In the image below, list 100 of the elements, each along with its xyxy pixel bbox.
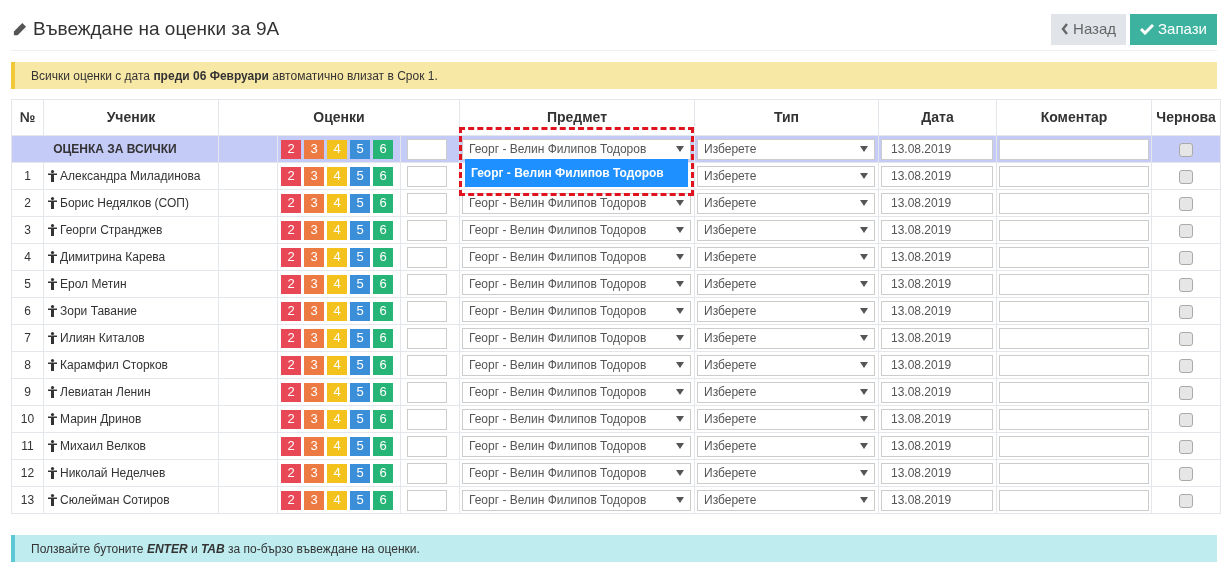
date-field[interactable]: 13.08.2019 — [881, 381, 993, 403]
comment-field[interactable] — [999, 192, 1149, 214]
comment-field[interactable] — [999, 489, 1149, 511]
grade-button[interactable]: 2 — [281, 301, 301, 321]
grade-input[interactable] — [407, 192, 447, 214]
grade-button[interactable]: 3 — [304, 436, 324, 456]
draft-checkbox[interactable] — [1179, 142, 1193, 157]
grade-button[interactable]: 5 — [350, 328, 370, 348]
grade-button[interactable]: 3 — [304, 490, 324, 510]
date-field[interactable]: 13.08.2019 — [881, 138, 993, 160]
grade-button[interactable]: 3 — [304, 166, 324, 186]
select-field[interactable]: Георг - Велин Филипов Тодоров — [462, 327, 691, 349]
draft-checkbox[interactable] — [1179, 385, 1193, 400]
grade-button[interactable]: 6 — [373, 166, 393, 186]
date-field[interactable]: 13.08.2019 — [881, 435, 993, 457]
comment-field[interactable] — [999, 381, 1149, 403]
grade-button[interactable]: 2 — [281, 355, 301, 375]
grade-button[interactable]: 6 — [373, 301, 393, 321]
grade-button[interactable]: 3 — [304, 220, 324, 240]
date-field[interactable]: 13.08.2019 — [881, 327, 993, 349]
grade-input[interactable] — [407, 300, 447, 322]
select-field[interactable]: Изберете — [697, 435, 875, 457]
select-field[interactable]: Изберете — [697, 192, 875, 214]
save-button[interactable]: Запази — [1130, 13, 1217, 45]
draft-checkbox[interactable] — [1179, 223, 1193, 238]
draft-checkbox[interactable] — [1179, 358, 1193, 373]
grade-button[interactable]: 6 — [373, 247, 393, 267]
back-button[interactable]: Назад — [1051, 13, 1127, 45]
grade-button[interactable]: 3 — [304, 193, 324, 213]
comment-field[interactable] — [999, 327, 1149, 349]
grade-button[interactable]: 5 — [350, 490, 370, 510]
grade-button[interactable]: 3 — [304, 409, 324, 429]
select-field[interactable]: Георг - Велин Филипов Тодоров — [462, 408, 691, 430]
select-field[interactable]: Георг - Велин Филипов Тодоров — [462, 300, 691, 322]
grade-button[interactable]: 2 — [281, 139, 301, 159]
select-field[interactable]: Георг - Велин Филипов Тодоров — [462, 273, 691, 295]
select-field[interactable]: Изберете — [697, 489, 875, 511]
comment-field[interactable] — [999, 462, 1149, 484]
grade-input[interactable] — [407, 462, 447, 484]
select-field[interactable]: Георг - Велин Филипов Тодоров — [462, 381, 691, 403]
grade-input[interactable] — [407, 138, 447, 160]
grade-button[interactable]: 3 — [304, 328, 324, 348]
draft-checkbox[interactable] — [1179, 412, 1193, 427]
grade-button[interactable]: 6 — [373, 193, 393, 213]
select-field[interactable]: Изберете — [697, 246, 875, 268]
grade-button[interactable]: 6 — [373, 490, 393, 510]
grade-input[interactable] — [407, 219, 447, 241]
grade-button[interactable]: 3 — [304, 382, 324, 402]
grade-input[interactable] — [407, 489, 447, 511]
draft-checkbox[interactable] — [1179, 250, 1193, 265]
select-field[interactable]: Георг - Велин Филипов Тодоров — [462, 219, 691, 241]
grade-button[interactable]: 2 — [281, 328, 301, 348]
comment-field[interactable] — [999, 354, 1149, 376]
grade-button[interactable]: 2 — [281, 463, 301, 483]
select-field[interactable]: Изберете — [697, 138, 875, 160]
grade-input[interactable] — [407, 408, 447, 430]
grade-button[interactable]: 2 — [281, 382, 301, 402]
comment-field[interactable] — [999, 246, 1149, 268]
grade-button[interactable]: 2 — [281, 247, 301, 267]
select-field[interactable]: Георг - Велин Филипов Тодоров — [462, 246, 691, 268]
grade-button[interactable]: 3 — [304, 139, 324, 159]
comment-field[interactable] — [999, 219, 1149, 241]
select-field[interactable]: Георг - Велин Филипов Тодоров — [462, 354, 691, 376]
grade-button[interactable]: 5 — [350, 220, 370, 240]
grade-button[interactable]: 2 — [281, 409, 301, 429]
grade-button[interactable]: 5 — [350, 166, 370, 186]
comment-field[interactable] — [999, 273, 1149, 295]
grade-button[interactable]: 2 — [281, 193, 301, 213]
date-field[interactable]: 13.08.2019 — [881, 408, 993, 430]
grade-button[interactable]: 5 — [350, 193, 370, 213]
grade-input[interactable] — [407, 273, 447, 295]
dropdown-option[interactable]: Георг - Велин Филипов Тодоров — [465, 159, 688, 187]
grade-button[interactable]: 3 — [304, 355, 324, 375]
grade-button[interactable]: 6 — [373, 139, 393, 159]
grade-button[interactable]: 3 — [304, 274, 324, 294]
draft-checkbox[interactable] — [1179, 304, 1193, 319]
comment-field[interactable] — [999, 300, 1149, 322]
grade-button[interactable]: 2 — [281, 274, 301, 294]
select-field[interactable]: Изберете — [697, 408, 875, 430]
select-field[interactable]: Изберете — [697, 165, 875, 187]
grade-button[interactable]: 6 — [373, 436, 393, 456]
grade-input[interactable] — [407, 327, 447, 349]
select-field[interactable]: Изберете — [697, 273, 875, 295]
select-field[interactable]: Георг - Велин Филипов Тодоров — [462, 462, 691, 484]
grade-button[interactable]: 6 — [373, 463, 393, 483]
select-field[interactable]: Изберете — [697, 327, 875, 349]
grade-button[interactable]: 2 — [281, 220, 301, 240]
grade-input[interactable] — [407, 354, 447, 376]
grade-button[interactable]: 5 — [350, 463, 370, 483]
comment-field[interactable] — [999, 138, 1149, 160]
comment-field[interactable] — [999, 408, 1149, 430]
grade-button[interactable]: 5 — [350, 355, 370, 375]
select-field[interactable]: Георг - Велин Филипов Тодоров — [462, 138, 691, 160]
draft-checkbox[interactable] — [1179, 331, 1193, 346]
grade-button[interactable]: 3 — [304, 301, 324, 321]
grade-button[interactable]: 5 — [350, 436, 370, 456]
comment-field[interactable] — [999, 165, 1149, 187]
grade-button[interactable]: 5 — [350, 301, 370, 321]
draft-checkbox[interactable] — [1179, 493, 1193, 508]
grade-button[interactable]: 3 — [304, 247, 324, 267]
